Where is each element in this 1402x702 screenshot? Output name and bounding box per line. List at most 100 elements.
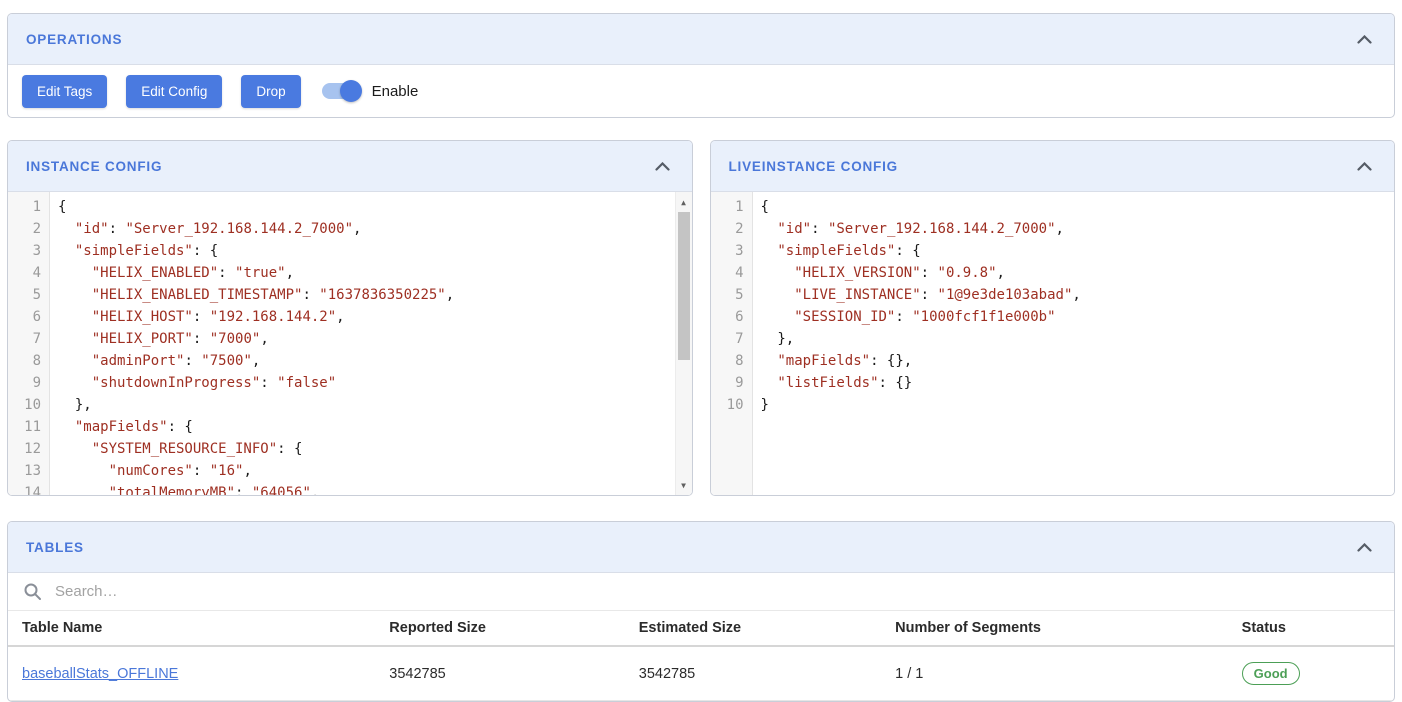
- code-line[interactable]: 11 "mapFields": {: [8, 416, 692, 438]
- line-text: {: [753, 196, 769, 218]
- edit-tags-button[interactable]: Edit Tags: [22, 75, 107, 108]
- column-header-reported-size[interactable]: Reported Size: [375, 611, 624, 646]
- scroll-up-arrow-icon[interactable]: ▲: [676, 194, 692, 210]
- code-line[interactable]: 2 "id": "Server_192.168.144.2_7000",: [8, 218, 692, 240]
- line-text: "id": "Server_192.168.144.2_7000",: [50, 218, 361, 240]
- code-line[interactable]: 4 "HELIX_ENABLED": "true",: [8, 262, 692, 284]
- table-row: baseballStats_OFFLINE354278535427851 / 1…: [8, 646, 1394, 701]
- column-header-status[interactable]: Status: [1228, 611, 1394, 646]
- code-line[interactable]: 5 "LIVE_INSTANCE": "1@9e3de103abad",: [711, 284, 1395, 306]
- scroll-down-arrow-icon[interactable]: ▼: [676, 477, 692, 493]
- code-line[interactable]: 7 "HELIX_PORT": "7000",: [8, 328, 692, 350]
- liveinstance-config-title: LIVEINSTANCE CONFIG: [729, 159, 898, 174]
- code-line[interactable]: 4 "HELIX_VERSION": "0.9.8",: [711, 262, 1395, 284]
- line-text: "mapFields": {},: [753, 350, 913, 372]
- line-number: 3: [8, 240, 50, 262]
- line-text: "SESSION_ID": "1000fcf1f1e000b": [753, 306, 1056, 328]
- code-line[interactable]: 8 "adminPort": "7500",: [8, 350, 692, 372]
- line-number: 9: [711, 372, 753, 394]
- chevron-up-icon[interactable]: [1353, 158, 1376, 175]
- scrollbar-thumb[interactable]: [678, 212, 690, 360]
- code-line[interactable]: 10}: [711, 394, 1395, 416]
- line-text: "HELIX_ENABLED_TIMESTAMP": "163783635022…: [50, 284, 454, 306]
- code-line[interactable]: 14 "totalMemoryMB": "64056",: [8, 482, 692, 495]
- code-line[interactable]: 1{: [8, 196, 692, 218]
- vertical-scrollbar[interactable]: ▲ ▼: [675, 192, 692, 495]
- instance-config-editor[interactable]: 1{2 "id": "Server_192.168.144.2_7000",3 …: [8, 192, 692, 495]
- column-header-number-of-segments[interactable]: Number of Segments: [881, 611, 1228, 646]
- tables-title: TABLES: [26, 540, 84, 555]
- tables-panel-header[interactable]: TABLES: [8, 522, 1394, 573]
- code-line[interactable]: 13 "numCores": "16",: [8, 460, 692, 482]
- line-text: "simpleFields": {: [50, 240, 218, 262]
- drop-button[interactable]: Drop: [241, 75, 300, 108]
- operations-panel-header[interactable]: OPERATIONS: [8, 14, 1394, 65]
- table-header-row: Table Name Reported Size Estimated Size …: [8, 611, 1394, 646]
- line-number: 4: [8, 262, 50, 284]
- line-number: 9: [8, 372, 50, 394]
- line-number: 14: [8, 482, 50, 495]
- enable-toggle[interactable]: [320, 79, 362, 103]
- liveinstance-config-header[interactable]: LIVEINSTANCE CONFIG: [711, 141, 1395, 192]
- line-number: 13: [8, 460, 50, 482]
- code-line[interactable]: 12 "SYSTEM_RESOURCE_INFO": {: [8, 438, 692, 460]
- code-line[interactable]: 9 "listFields": {}: [711, 372, 1395, 394]
- code-line[interactable]: 8 "mapFields": {},: [711, 350, 1395, 372]
- enable-toggle-label: Enable: [372, 83, 419, 100]
- line-number: 10: [711, 394, 753, 416]
- page: OPERATIONS Edit Tags Edit Config Drop En…: [0, 0, 1402, 702]
- status-badge: Good: [1242, 662, 1300, 685]
- table-name-link[interactable]: baseballStats_OFFLINE: [22, 666, 178, 682]
- line-text: "mapFields": {: [50, 416, 193, 438]
- chevron-up-icon[interactable]: [1353, 31, 1376, 48]
- search-input[interactable]: [53, 582, 1379, 601]
- code-line[interactable]: 5 "HELIX_ENABLED_TIMESTAMP": "1637836350…: [8, 284, 692, 306]
- code-line[interactable]: 6 "SESSION_ID": "1000fcf1f1e000b": [711, 306, 1395, 328]
- code-line[interactable]: 1{: [711, 196, 1395, 218]
- line-number: 7: [8, 328, 50, 350]
- segments-cell: 1 / 1: [881, 646, 1228, 701]
- instance-config-header[interactable]: INSTANCE CONFIG: [8, 141, 692, 192]
- estimated-size-cell: 3542785: [625, 646, 881, 701]
- tables-panel: TABLES Table Name Reported Size Estimate…: [7, 521, 1395, 702]
- config-row: INSTANCE CONFIG 1{2 "id": "Server_192.16…: [7, 140, 1395, 496]
- liveinstance-config-panel: LIVEINSTANCE CONFIG 1{2 "id": "Server_19…: [710, 140, 1396, 496]
- code-line[interactable]: 10 },: [8, 394, 692, 416]
- tables-table: Table Name Reported Size Estimated Size …: [8, 611, 1394, 701]
- line-text: "id": "Server_192.168.144.2_7000",: [753, 218, 1064, 240]
- code-line[interactable]: 3 "simpleFields": {: [8, 240, 692, 262]
- column-header-estimated-size[interactable]: Estimated Size: [625, 611, 881, 646]
- line-text: {: [50, 196, 66, 218]
- line-number: 2: [8, 218, 50, 240]
- code-line[interactable]: 2 "id": "Server_192.168.144.2_7000",: [711, 218, 1395, 240]
- line-text: "HELIX_HOST": "192.168.144.2",: [50, 306, 345, 328]
- operations-body: Edit Tags Edit Config Drop Enable: [8, 65, 1394, 117]
- line-number: 2: [711, 218, 753, 240]
- line-text: }: [753, 394, 769, 416]
- line-number: 4: [711, 262, 753, 284]
- code-line[interactable]: 9 "shutdownInProgress": "false": [8, 372, 692, 394]
- line-number: 7: [711, 328, 753, 350]
- line-number: 6: [711, 306, 753, 328]
- operations-panel: OPERATIONS Edit Tags Edit Config Drop En…: [7, 13, 1395, 118]
- code-content[interactable]: 1{2 "id": "Server_192.168.144.2_7000",3 …: [8, 192, 692, 495]
- code-content[interactable]: 1{2 "id": "Server_192.168.144.2_7000",3 …: [711, 192, 1395, 416]
- chevron-up-icon[interactable]: [1353, 539, 1376, 556]
- edit-config-button[interactable]: Edit Config: [126, 75, 222, 108]
- code-line[interactable]: 7 },: [711, 328, 1395, 350]
- line-text: "HELIX_VERSION": "0.9.8",: [753, 262, 1005, 284]
- operations-title: OPERATIONS: [26, 32, 122, 47]
- column-header-table-name[interactable]: Table Name: [8, 611, 375, 646]
- code-line[interactable]: 3 "simpleFields": {: [711, 240, 1395, 262]
- line-text: },: [753, 328, 795, 350]
- line-number: 1: [711, 196, 753, 218]
- line-text: "adminPort": "7500",: [50, 350, 260, 372]
- line-text: "shutdownInProgress": "false": [50, 372, 336, 394]
- liveinstance-config-editor[interactable]: 1{2 "id": "Server_192.168.144.2_7000",3 …: [711, 192, 1395, 495]
- line-text: "HELIX_PORT": "7000",: [50, 328, 269, 350]
- line-number: 6: [8, 306, 50, 328]
- reported-size-cell: 3542785: [375, 646, 624, 701]
- line-text: "SYSTEM_RESOURCE_INFO": {: [50, 438, 302, 460]
- code-line[interactable]: 6 "HELIX_HOST": "192.168.144.2",: [8, 306, 692, 328]
- chevron-up-icon[interactable]: [651, 158, 674, 175]
